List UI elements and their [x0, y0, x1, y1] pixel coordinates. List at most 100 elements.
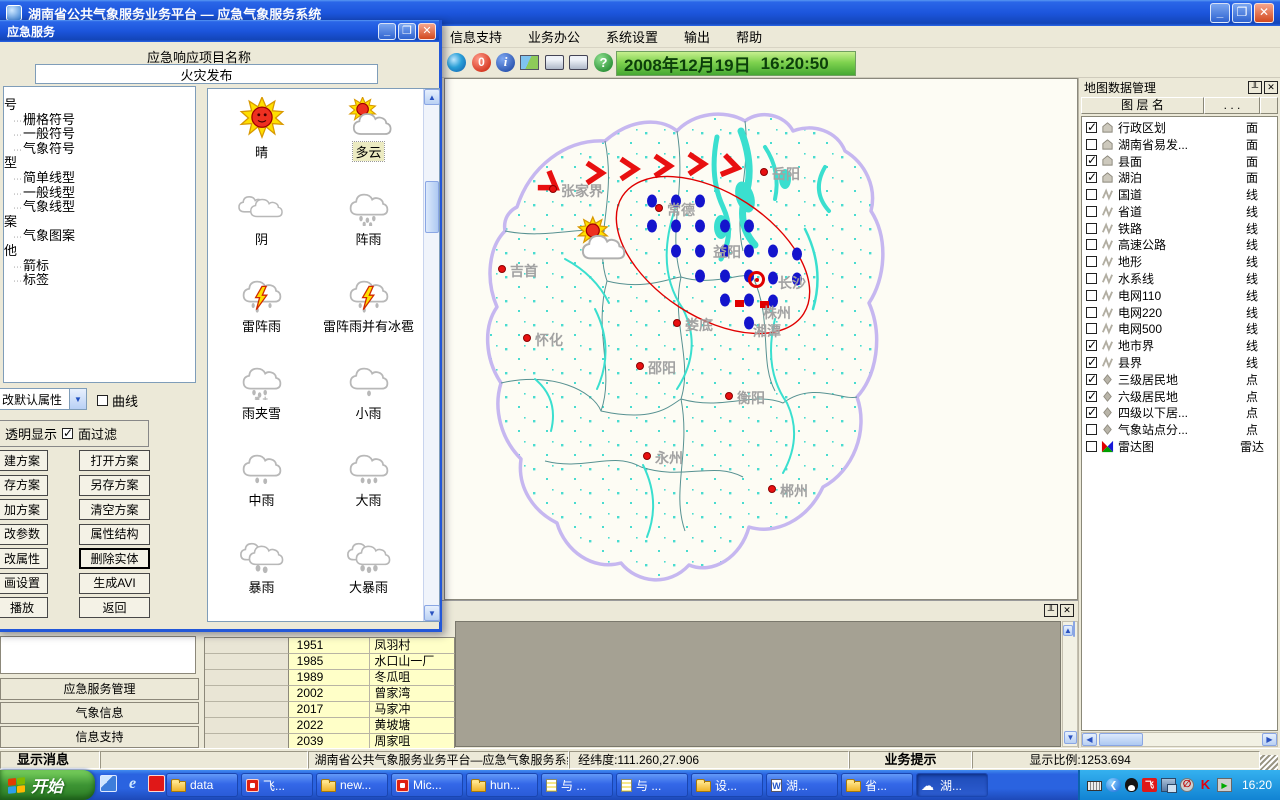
pin-icon[interactable]: ╨ — [1248, 81, 1262, 94]
dialog-button-改属性[interactable]: 改属性 — [0, 548, 48, 569]
dialog-button-建方案[interactable]: 建方案 — [0, 450, 48, 471]
scroll-left-icon[interactable]: ◀ — [1082, 733, 1097, 746]
table-row[interactable]: 2039周家咀 — [205, 734, 455, 749]
layer-row[interactable]: 铁路线 — [1082, 220, 1277, 237]
layer-row[interactable]: 国道线 — [1082, 186, 1277, 203]
tree-item[interactable]: ⋯栅格符号 — [4, 113, 195, 128]
weather-symbol-多云[interactable]: 多云 — [315, 97, 422, 184]
layer-row[interactable]: 地市界线 — [1082, 337, 1277, 354]
tree-item[interactable]: 型 — [4, 156, 195, 171]
default-attr-combobox[interactable]: 改默认属性 ▼ — [0, 388, 87, 410]
table-row[interactable]: 1989冬瓜咀 — [205, 670, 455, 686]
scroll-thumb[interactable] — [1099, 733, 1143, 746]
tree-item[interactable]: ⋯箭标 — [4, 259, 195, 274]
weather-symbol-中雨[interactable]: 中雨 — [208, 445, 315, 532]
tree-item[interactable]: 号 — [4, 98, 195, 113]
layer-checkbox[interactable] — [1086, 424, 1097, 435]
server-tray-icon[interactable] — [1217, 778, 1232, 792]
close-button[interactable]: ✕ — [1254, 3, 1274, 23]
taskbar-button-与 ...[interactable]: 与 ... — [616, 773, 688, 797]
dialog-minimize-button[interactable]: _ — [378, 23, 396, 40]
scroll-up-icon[interactable]: ▲ — [1063, 625, 1073, 636]
table-row[interactable]: 2017马家冲 — [205, 702, 455, 718]
layers-hscrollbar[interactable]: ◀ ▶ — [1081, 732, 1278, 747]
weather-symbol-大暴雨[interactable]: 大暴雨 — [315, 532, 422, 619]
tree-item[interactable]: ⋯气象符号 — [4, 142, 195, 157]
bottom-vscrollbar[interactable]: ▲ ▼ — [1062, 621, 1078, 747]
layer-row[interactable]: 高速公路线 — [1082, 237, 1277, 254]
layer-checkbox[interactable] — [1086, 307, 1097, 318]
table-row[interactable]: 2002曾家湾 — [205, 686, 455, 702]
layer-row[interactable]: 电网220线 — [1082, 304, 1277, 321]
layer-checkbox[interactable] — [1086, 256, 1097, 267]
tree-item[interactable]: 他 — [4, 244, 195, 259]
weather-symbol-阵雨[interactable]: 阵雨 — [315, 184, 422, 271]
layer-row[interactable]: 湖南省易发...面 — [1082, 136, 1277, 153]
dialog-button-改参数[interactable]: 改参数 — [0, 524, 48, 545]
browser-icon[interactable]: e — [124, 775, 141, 792]
layer-row[interactable]: 水系线线 — [1082, 270, 1277, 287]
taskbar-button-湖...[interactable]: ☁湖... — [916, 773, 988, 797]
printer2-icon[interactable] — [569, 55, 588, 70]
layer-checkbox[interactable] — [1086, 223, 1097, 234]
layer-checkbox[interactable] — [1086, 340, 1097, 351]
nav-button-应急服务管理[interactable]: 应急服务管理 — [0, 678, 199, 700]
layer-checkbox[interactable] — [1086, 206, 1097, 217]
keyboard-tray-icon[interactable] — [1087, 781, 1102, 791]
layer-row[interactable]: 湖泊面 — [1082, 169, 1277, 186]
weather-symbol-晴[interactable]: 晴 — [208, 97, 315, 184]
layer-checkbox[interactable] — [1086, 239, 1097, 250]
mute-tray-icon[interactable]: ∅ — [1180, 778, 1194, 792]
layer-checkbox[interactable] — [1086, 407, 1097, 418]
layer-row[interactable]: 六级居民地点 — [1082, 388, 1277, 405]
column-layer-name[interactable]: 图 层 名 — [1081, 97, 1204, 114]
dialog-button-生成AVI[interactable]: 生成AVI — [79, 573, 150, 594]
dialog-button-画设置[interactable]: 画设置 — [0, 573, 48, 594]
rtx-tray-icon[interactable]: 飞 — [1142, 778, 1157, 792]
table-row[interactable]: 1951凤羽村 — [205, 638, 455, 654]
taskbar-button-data[interactable]: data — [166, 773, 238, 797]
dialog-button-播放[interactable]: 播放 — [0, 597, 48, 618]
face-filter-checkbox[interactable] — [62, 428, 73, 439]
dialog-button-另存方案[interactable]: 另存方案 — [79, 475, 150, 496]
weather-symbol-小雨[interactable]: 小雨 — [315, 358, 422, 445]
layer-checkbox[interactable] — [1086, 172, 1097, 183]
taskbar-button-与 ...[interactable]: 与 ... — [541, 773, 613, 797]
scroll-right-icon[interactable]: ▶ — [1262, 733, 1277, 746]
table-row[interactable]: 1985水口山一厂 — [205, 654, 455, 670]
nav-button-信息支持[interactable]: 信息支持 — [0, 726, 199, 748]
info-icon[interactable]: i — [496, 53, 515, 72]
layer-row[interactable]: 电网110线 — [1082, 287, 1277, 304]
layer-checkbox[interactable] — [1086, 139, 1097, 150]
tree-item[interactable]: ⋯一般符号 — [4, 127, 195, 142]
table-row[interactable]: 2022黄坡塘 — [205, 718, 455, 734]
scroll-down-icon[interactable]: ▼ — [1064, 731, 1077, 744]
project-name-input[interactable] — [35, 64, 378, 84]
layer-checkbox[interactable] — [1086, 374, 1097, 385]
bottom-close-icon[interactable]: ✕ — [1060, 604, 1074, 617]
tree-item[interactable]: ⋯气象线型 — [4, 200, 195, 215]
menu-item-业务办公[interactable]: 业务办公 — [528, 27, 580, 46]
menu-item-系统设置[interactable]: 系统设置 — [606, 27, 658, 46]
tree-item[interactable]: ⋯气象图案 — [4, 229, 195, 244]
kaspersky-tray-icon[interactable] — [1198, 778, 1213, 792]
layer-checkbox[interactable] — [1086, 441, 1097, 452]
scroll-thumb[interactable] — [425, 181, 439, 233]
layer-checkbox[interactable] — [1086, 357, 1097, 368]
map-canvas[interactable]: 张家界岳阳常德益阳长沙吉首娄底株州湘潭怀化邵阳衡阳永州郴州 — [444, 78, 1078, 600]
layer-row[interactable]: 气象站点分...点 — [1082, 421, 1277, 438]
menu-item-信息支持[interactable]: 信息支持 — [450, 27, 502, 46]
taskbar-button-飞...[interactable]: 飞... — [241, 773, 313, 797]
stop-icon[interactable]: 0 — [472, 53, 491, 72]
taskbar-button-new...[interactable]: new... — [316, 773, 388, 797]
curve-checkbox[interactable] — [97, 395, 108, 406]
layer-checkbox[interactable] — [1086, 122, 1097, 133]
layer-checkbox[interactable] — [1086, 155, 1097, 166]
network-tray-icon[interactable] — [1161, 778, 1176, 792]
scroll-up-icon[interactable]: ▲ — [424, 89, 440, 105]
printer-icon[interactable] — [545, 55, 564, 70]
column-dots[interactable]: . . . — [1204, 97, 1260, 114]
layer-row[interactable]: 三级居民地点 — [1082, 371, 1277, 388]
chevron-down-icon[interactable]: ▼ — [69, 389, 86, 409]
dialog-button-打开方案[interactable]: 打开方案 — [79, 450, 150, 471]
